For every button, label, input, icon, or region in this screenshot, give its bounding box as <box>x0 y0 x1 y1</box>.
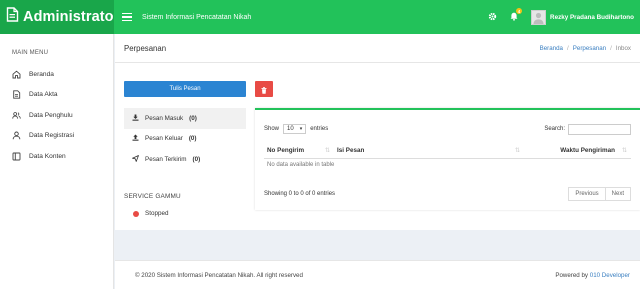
table-footer: Showing 0 to 0 of 0 entries Previous Nex… <box>264 187 631 201</box>
menu-toggle-icon[interactable] <box>122 12 132 22</box>
powered-by-label: Powered by <box>555 271 589 279</box>
folder-list: Pesan Masuk (0) Pesan Keluar (0) Pesan T… <box>124 108 246 170</box>
breadcrumb-current: Inbox <box>615 44 631 52</box>
column-header-time[interactable]: Waktu Pengiriman ⇅ <box>524 143 631 159</box>
sidebar-item-beranda[interactable]: Beranda <box>0 64 113 85</box>
compose-button[interactable]: Tulis Pesan <box>124 81 246 97</box>
settings-button[interactable] <box>481 0 503 34</box>
search-label: Search: <box>544 126 565 132</box>
home-icon <box>12 70 21 79</box>
folder-inbox[interactable]: Pesan Masuk (0) <box>124 108 246 129</box>
folder-count: (0) <box>188 135 197 143</box>
column-header-label: Waktu Pengiriman <box>560 146 615 154</box>
folder-count: (0) <box>189 114 197 122</box>
page-title: Perpesanan <box>124 43 167 53</box>
folder-label: Pesan Masuk <box>145 114 184 122</box>
table-row: No data available in table <box>264 158 631 171</box>
service-status: Stopped <box>133 210 168 217</box>
gear-icon <box>488 8 497 26</box>
file-icon <box>12 90 21 99</box>
entries-label: entries <box>310 126 329 132</box>
breadcrumb-separator: / <box>610 44 612 52</box>
previous-button[interactable]: Previous <box>568 187 606 201</box>
inbox-table-box: Show 10 ▾ entries Search: No Pengirim ⇅ I… <box>255 108 640 210</box>
next-button[interactable]: Next <box>605 187 631 201</box>
top-navbar: Sistem Informasi Pencatatan Nikah 4 Rezk… <box>114 0 640 34</box>
chevron-down-icon: ▾ <box>299 126 303 132</box>
folder-count: (0) <box>192 155 201 163</box>
table-controls: Show 10 ▾ entries Search: <box>264 123 631 135</box>
sidebar-item-data-penghulu[interactable]: Data Penghulu <box>0 105 113 126</box>
avatar <box>531 9 547 25</box>
sort-icon: ⇅ <box>621 148 627 154</box>
sidebar-item-data-akta[interactable]: Data Akta <box>0 85 113 106</box>
status-dot-icon <box>133 210 139 217</box>
sidebar: MAIN MENU Beranda Data Akta Data Penghul… <box>0 34 114 289</box>
service-status-label: Stopped <box>145 210 169 217</box>
show-label: Show <box>264 126 280 132</box>
messages-table: No Pengirim ⇅ Isi Pesan ⇅ Waktu Pengiriman… <box>264 143 631 171</box>
breadcrumb-beranda[interactable]: Beranda <box>540 45 563 52</box>
breadcrumb-perpesanan[interactable]: Perpesanan <box>573 45 606 52</box>
sidebar-item-data-registrasi[interactable]: Data Registrasi <box>0 126 113 147</box>
folder-sent[interactable]: Pesan Terkirim (0) <box>124 149 246 170</box>
sort-icon: ⇅ <box>324 148 330 154</box>
column-header-sender[interactable]: No Pengirim ⇅ <box>264 143 334 159</box>
sidebar-item-label: Data Penghulu <box>29 111 73 119</box>
folder-label: Pesan Terkirim <box>145 155 187 163</box>
window-icon <box>12 152 21 161</box>
send-icon <box>132 154 139 164</box>
column-header-label: Isi Pesan <box>337 146 365 154</box>
sidebar-item-label: Data Akta <box>29 91 58 99</box>
messages-panel: Tulis Pesan Pesan Masuk (0) Pesan Keluar… <box>115 63 640 230</box>
empty-message: No data available in table <box>267 161 335 168</box>
notifications-button[interactable]: 4 <box>503 0 525 34</box>
page-length-select[interactable]: 10 ▾ <box>283 124 307 134</box>
sort-icon: ⇅ <box>514 148 520 154</box>
inbox-icon <box>132 114 139 123</box>
folder-outbox[interactable]: Pesan Keluar (0) <box>124 129 246 150</box>
breadcrumb: Beranda / Perpesanan / Inbox <box>540 45 631 52</box>
table-info: Showing 0 to 0 of 0 entries <box>264 191 336 197</box>
search-input[interactable] <box>568 123 631 135</box>
page-length-value: 10 <box>287 126 294 132</box>
pagination: Previous Next <box>568 187 631 201</box>
outbox-icon <box>132 134 139 143</box>
app-title: Sistem Informasi Pencatatan Nikah <box>142 13 252 21</box>
column-header-message[interactable]: Isi Pesan ⇅ <box>334 143 524 159</box>
users-icon <box>12 111 21 120</box>
user-icon <box>12 131 21 140</box>
breadcrumb-separator: / <box>567 44 569 52</box>
powered-by: Powered by 010 Developer <box>555 272 630 279</box>
trash-icon <box>261 82 267 97</box>
copyright-text: © 2020 Sistem Informasi Pencatatan Nikah… <box>135 271 303 279</box>
footer: © 2020 Sistem Informasi Pencatatan Nikah… <box>115 260 640 289</box>
sidebar-item-label: Beranda <box>29 70 54 78</box>
menu-header: MAIN MENU <box>12 50 49 56</box>
user-name: Rezky Pradana Budihartono <box>550 13 634 21</box>
sidebar-item-label: Data Konten <box>29 152 66 160</box>
brand-title: Administrator <box>23 9 120 25</box>
sidebar-item-data-konten[interactable]: Data Konten <box>0 146 113 167</box>
document-icon <box>6 7 19 27</box>
developer-link[interactable]: 010 Developer <box>590 272 630 279</box>
search-group: Search: <box>544 123 631 135</box>
user-menu[interactable]: Rezky Pradana Budihartono <box>525 0 640 34</box>
folder-label: Pesan Keluar <box>145 135 183 143</box>
column-header-label: No Pengirim <box>267 146 305 154</box>
delete-button[interactable] <box>255 81 273 97</box>
service-title: SERVICE GAMMU <box>124 193 181 200</box>
notification-badge: 4 <box>516 8 523 14</box>
sidebar-item-label: Data Registrasi <box>29 132 75 140</box>
content-header: Perpesanan Beranda / Perpesanan / Inbox <box>115 34 640 63</box>
brand[interactable]: Administrator <box>0 0 119 34</box>
